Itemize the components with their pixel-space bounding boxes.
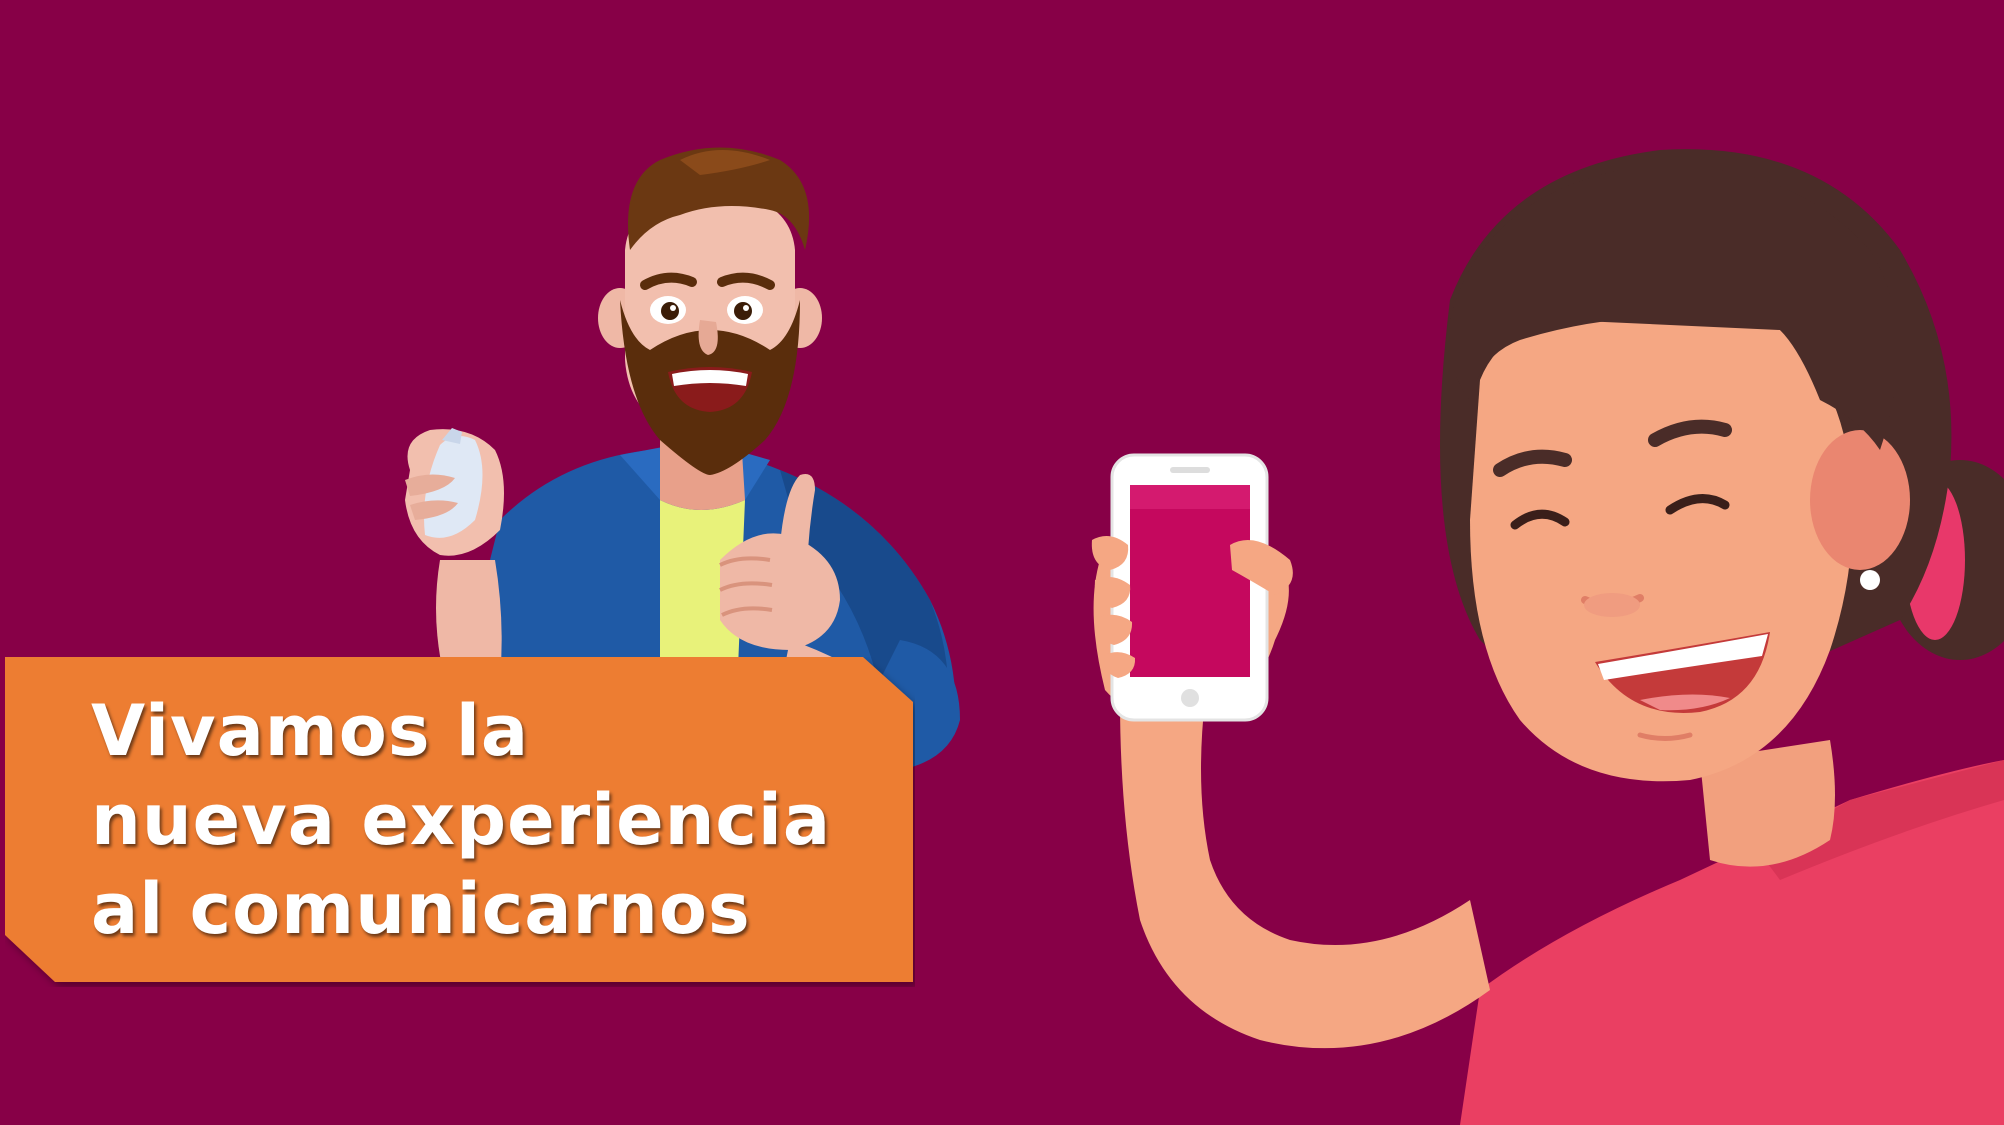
headline-line-3: al comunicarnos xyxy=(91,868,751,950)
woman-figure xyxy=(1091,149,2004,1125)
banner-headline: Vivamos la nueva experiencia al comunica… xyxy=(91,687,911,954)
headline-line-2: nueva experiencia xyxy=(91,779,832,861)
title-banner: Vivamos la nueva experiencia al comunica… xyxy=(5,657,915,987)
headline-line-1: Vivamos la xyxy=(91,690,530,772)
slide: Vivamos la nueva experiencia al comunica… xyxy=(0,0,2004,1125)
